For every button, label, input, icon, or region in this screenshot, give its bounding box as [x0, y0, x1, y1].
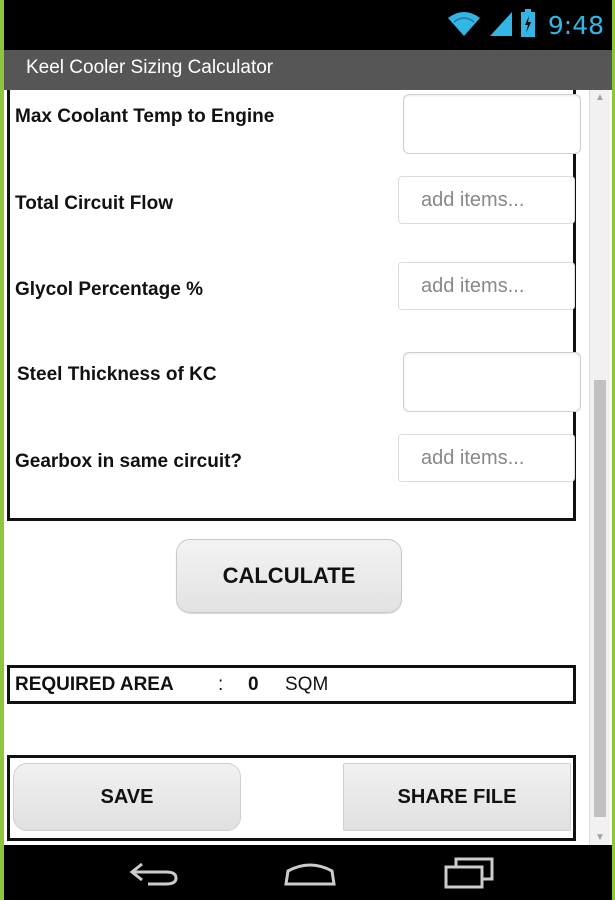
required-area-unit: SQM	[285, 674, 329, 695]
status-time: 9:48	[547, 10, 604, 40]
scroll-down-arrow-icon[interactable]: ▼	[594, 832, 606, 843]
result-panel: REQUIRED AREA : 0 SQM	[7, 665, 576, 704]
total-circuit-flow-spinner[interactable]: add items...	[398, 176, 575, 224]
share-file-button[interactable]: SHARE FILE	[343, 763, 571, 831]
scroll-up-arrow-icon[interactable]: ▲	[594, 92, 606, 103]
glycol-percentage-spinner[interactable]: add items...	[398, 262, 575, 310]
required-area-value: 0	[248, 674, 259, 695]
steel-thickness-label: Steel Thickness of KC	[17, 364, 217, 385]
steel-thickness-field[interactable]	[403, 352, 581, 412]
app-title: Keel Cooler Sizing Calculator	[26, 57, 274, 78]
status-bar: 9:48	[4, 0, 612, 50]
scroll-content[interactable]: Max Coolant Temp to Engine Total Circuit…	[4, 90, 612, 845]
save-button[interactable]: SAVE	[13, 763, 241, 831]
scroll-thumb[interactable]	[594, 380, 606, 817]
scrollbar[interactable]: ▲ ▼	[589, 90, 610, 845]
wifi-icon	[446, 9, 482, 42]
title-bar: Keel Cooler Sizing Calculator	[4, 50, 612, 90]
home-icon[interactable]	[280, 857, 340, 889]
navigation-bar	[4, 845, 612, 900]
battery-icon	[520, 8, 536, 42]
max-coolant-temp-field[interactable]	[403, 94, 581, 154]
action-panel: SAVE SHARE FILE	[7, 755, 576, 841]
back-icon[interactable]	[124, 857, 184, 889]
max-coolant-temp-label: Max Coolant Temp to Engine	[15, 106, 275, 127]
gearbox-circuit-label: Gearbox in same circuit?	[15, 451, 243, 472]
app-frame: 9:48 Keel Cooler Sizing Calculator Max C…	[4, 0, 612, 900]
signal-icon	[488, 9, 514, 42]
recents-icon[interactable]	[440, 857, 500, 889]
calculate-button[interactable]: CALCULATE	[176, 539, 402, 613]
glycol-percentage-label: Glycol Percentage %	[15, 279, 203, 300]
gearbox-circuit-spinner[interactable]: add items...	[398, 434, 575, 482]
input-form: Max Coolant Temp to Engine Total Circuit…	[7, 90, 581, 521]
required-area-label: REQUIRED AREA	[15, 674, 174, 695]
total-circuit-flow-label: Total Circuit Flow	[15, 193, 173, 214]
result-separator: :	[218, 674, 224, 695]
